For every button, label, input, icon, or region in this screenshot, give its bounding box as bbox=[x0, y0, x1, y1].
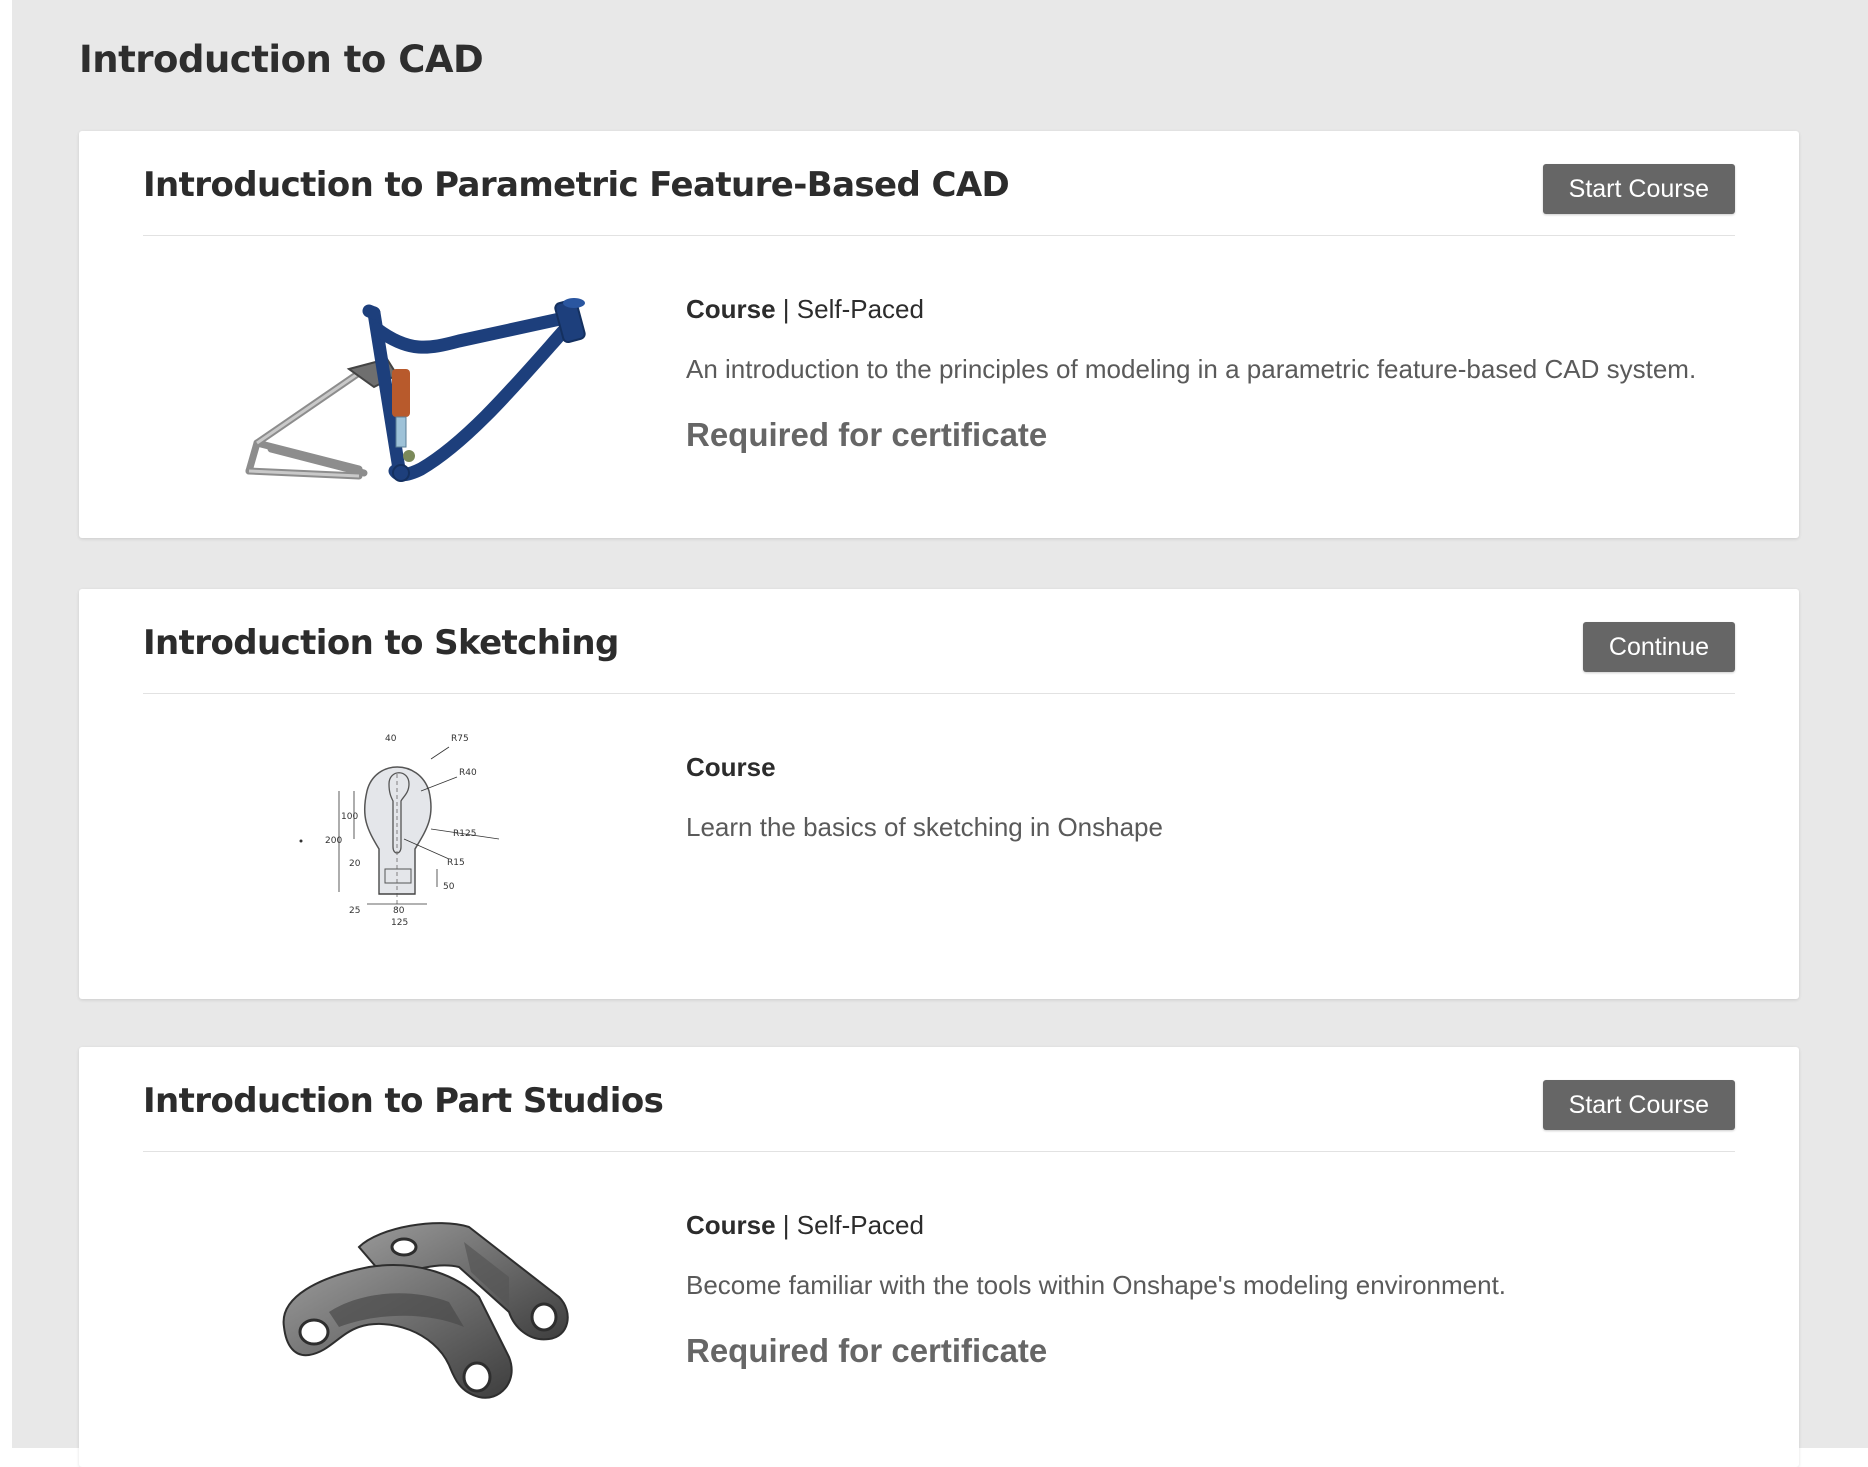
meta-separator: | bbox=[775, 1210, 797, 1240]
course-pace: Self-Paced bbox=[796, 294, 924, 324]
start-course-button[interactable]: Start Course bbox=[1542, 164, 1735, 214]
course-type: Course bbox=[686, 752, 776, 782]
sketch-drawing-icon[interactable]: 40 R75 R40 100 200 R125 20 R15 50 25 80 … bbox=[209, 729, 629, 979]
course-type: Course bbox=[686, 1210, 776, 1240]
course-meta: Course bbox=[686, 751, 1726, 783]
continue-button[interactable]: Continue bbox=[1582, 622, 1735, 672]
course-title[interactable]: Introduction to Parametric Feature-Based… bbox=[143, 165, 1010, 205]
card-header: Introduction to Sketching Continue bbox=[143, 589, 1735, 694]
sketch-dim-label: 100 bbox=[341, 812, 358, 822]
sketch-dim-label: 25 bbox=[349, 906, 360, 916]
sketch-dim-label: 80 bbox=[393, 906, 405, 916]
course-title[interactable]: Introduction to Part Studios bbox=[143, 1081, 664, 1121]
sketch-dim-label: R75 bbox=[451, 734, 469, 744]
course-meta: Course | Self-Paced bbox=[686, 1209, 1726, 1241]
sketch-dim-label: 20 bbox=[349, 859, 361, 869]
course-pace: Self-Paced bbox=[796, 1210, 924, 1240]
sketch-dim-label: R15 bbox=[447, 858, 465, 868]
course-type: Course bbox=[686, 294, 776, 324]
course-card-part-studios: Introduction to Part Studios Start Cours… bbox=[79, 1047, 1799, 1467]
course-description: Learn the basics of sketching in Onshape bbox=[686, 812, 1163, 842]
course-description: Become familiar with the tools within On… bbox=[686, 1270, 1507, 1300]
course-list-page: Introduction to CAD Introduction to Para… bbox=[12, 0, 1868, 1467]
card-header: Introduction to Parametric Feature-Based… bbox=[143, 131, 1735, 236]
course-card-parametric-cad: Introduction to Parametric Feature-Based… bbox=[79, 131, 1799, 538]
bracket-part-icon[interactable] bbox=[209, 1187, 629, 1437]
bike-frame-icon[interactable] bbox=[209, 271, 629, 521]
meta-separator: | bbox=[775, 294, 797, 324]
course-meta: Course | Self-Paced bbox=[686, 293, 1726, 325]
certificate-requirement: Required for certificate bbox=[686, 1332, 1048, 1369]
card-header: Introduction to Part Studios Start Cours… bbox=[143, 1047, 1735, 1152]
sketch-dim-label: 200 bbox=[325, 836, 342, 846]
sketch-dim-label: R40 bbox=[459, 768, 477, 778]
sketch-dim-label: 125 bbox=[391, 918, 408, 928]
course-details: Course | Self-Paced An introduction to t… bbox=[686, 293, 1726, 455]
course-card-sketching: Introduction to Sketching Continue 40 R7… bbox=[79, 589, 1799, 999]
course-title[interactable]: Introduction to Sketching bbox=[143, 623, 619, 663]
course-details: Course Learn the basics of sketching in … bbox=[686, 751, 1726, 843]
section-title: Introduction to CAD bbox=[79, 38, 484, 81]
course-description: An introduction to the principles of mod… bbox=[686, 354, 1697, 384]
certificate-requirement: Required for certificate bbox=[686, 416, 1048, 453]
sketch-dim-label: 50 bbox=[443, 882, 455, 892]
start-course-button[interactable]: Start Course bbox=[1542, 1080, 1735, 1130]
course-details: Course | Self-Paced Become familiar with… bbox=[686, 1209, 1726, 1371]
sketch-dim-label: 40 bbox=[385, 734, 397, 744]
sketch-dim-label: R125 bbox=[453, 829, 476, 839]
